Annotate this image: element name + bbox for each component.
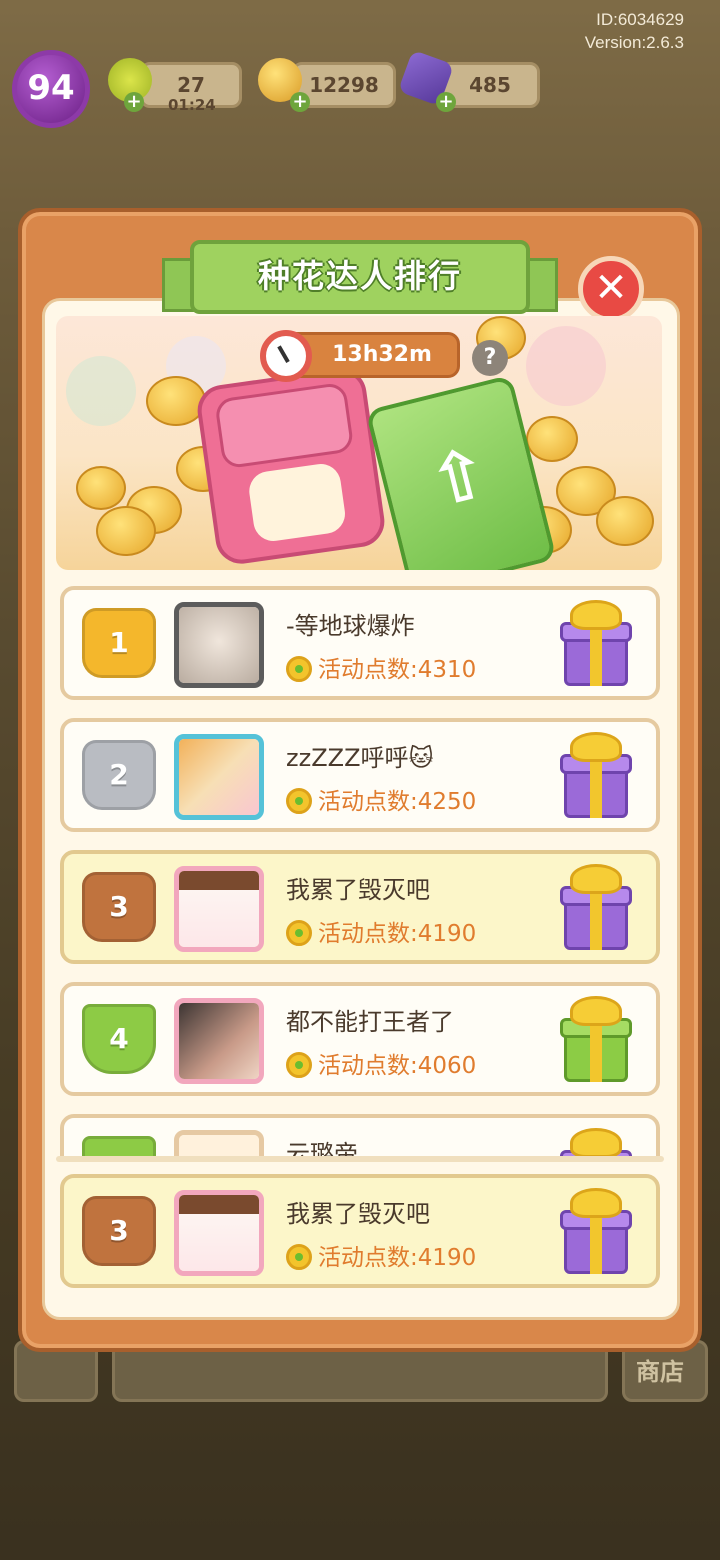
coin-value: 12298 [309,73,379,97]
player-name: 我累了毁灭吧 [286,1200,430,1228]
clock-icon [260,330,312,382]
avatar[interactable] [174,734,264,820]
backpack-illustration [194,365,388,567]
version-info: ID:6034629 Version:2.6.3 [585,8,684,54]
coin-decoration [146,376,206,426]
gift-box-icon[interactable] [560,1188,632,1276]
player-name: -等地球爆炸 [286,612,415,640]
coin-decoration [596,496,654,546]
energy-value: 27 [177,73,205,97]
close-button[interactable]: ✕ [578,256,644,322]
flower-icon [286,656,312,682]
ranking-row-5[interactable]: 云璐帝 [60,1114,660,1156]
gift-box-icon[interactable] [560,996,632,1084]
gift-box-icon[interactable] [560,1128,632,1156]
player-name: zzZZZ呼呼🐱 [286,744,434,772]
activity-points: 活动点数:4060 [286,1046,476,1080]
avatar[interactable] [174,998,264,1084]
player-name: 云璐帝 [286,1140,358,1156]
ranking-row-3[interactable]: 3 我累了毁灭吧 活动点数:4190 [60,850,660,964]
flower-icon [286,920,312,946]
ranking-row-1[interactable]: 1 -等地球爆炸 活动点数:4310 [60,586,660,700]
player-id: ID:6034629 [596,10,684,29]
upgrade-card-illustration: ⇧ [365,374,557,570]
gold-crown-icon: 1 [82,608,156,678]
bronze-crown-icon: 3 [82,1196,156,1266]
level-badge[interactable]: 94 [12,50,90,128]
player-name: 我累了毁灭吧 [286,876,430,904]
panel-title: 种花达人排行 [190,240,530,314]
avatar[interactable] [174,866,264,952]
backpack-face [246,461,348,544]
green-flag-icon: 4 [82,1004,156,1074]
add-energy-icon[interactable]: + [124,92,144,112]
shop-label: 商店 [636,1358,684,1386]
ranking-row-4[interactable]: 4 都不能打王者了 活动点数:4060 [60,982,660,1096]
flower-icon [286,788,312,814]
ranking-row-2[interactable]: 2 zzZZZ呼呼🐱 活动点数:4250 [60,718,660,832]
coin-decoration [526,416,578,462]
green-flag-icon [82,1136,156,1156]
add-coins-icon[interactable]: + [290,92,310,112]
gem-value: 485 [469,73,511,97]
my-ranking-row[interactable]: 3 我累了毁灭吧 活动点数:4190 [60,1174,660,1288]
event-timer-text: 13h32m [332,342,432,367]
balloon-decoration [66,356,136,426]
help-button[interactable]: ? [472,340,508,376]
add-gems-icon[interactable]: + [436,92,456,112]
avatar[interactable] [174,602,264,688]
close-icon: ✕ [594,265,628,311]
version-label: Version:2.6.3 [584,33,684,52]
balloon-decoration [526,326,606,406]
gift-box-icon[interactable] [560,732,632,820]
gift-box-icon[interactable] [560,600,632,688]
up-arrow-icon: ⇧ [420,430,498,525]
silver-crown-icon: 2 [82,740,156,810]
activity-points: 活动点数:4310 [286,650,476,684]
player-name: 都不能打王者了 [286,1008,454,1036]
activity-points: 活动点数:4190 [286,1238,476,1272]
energy-timer: 01:24 [168,96,216,114]
coin-decoration [76,466,126,510]
activity-points: 活动点数:4190 [286,914,476,948]
list-divider [56,1156,664,1162]
ranking-list[interactable]: 1 -等地球爆炸 活动点数:4310 2 zzZZZ呼呼🐱 活动点数:4250 [60,586,660,1156]
avatar[interactable] [174,1190,264,1276]
avatar[interactable] [174,1130,264,1156]
gift-box-icon[interactable] [560,864,632,952]
flower-icon [286,1052,312,1078]
activity-points: 活动点数:4250 [286,782,476,816]
flower-icon [286,1244,312,1270]
backpack-flap [214,381,355,470]
bronze-crown-icon: 3 [82,872,156,942]
coin-decoration [96,506,156,556]
